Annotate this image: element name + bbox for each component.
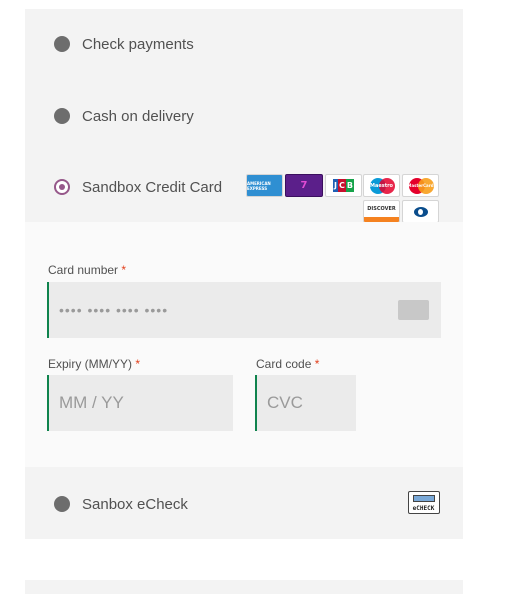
card-code-input[interactable]: [255, 375, 356, 431]
maestro-icon: Maestro: [363, 174, 400, 197]
payment-method-check[interactable]: Check payments: [25, 29, 463, 59]
generic-card-icon: [398, 300, 429, 320]
next-panel: [25, 580, 463, 594]
payment-method-label: Cash on delivery: [82, 107, 194, 125]
payment-method-label: Check payments: [82, 35, 194, 53]
payment-methods-panel: Check payments Cash on delivery Sandbox …: [25, 9, 463, 223]
payment-method-echeck[interactable]: Sanbox eCheck: [25, 489, 463, 519]
payment-method-label: Sanbox eCheck: [82, 495, 188, 513]
jcb-icon: JCB: [325, 174, 362, 197]
expiry-input[interactable]: [47, 375, 233, 431]
discover-icon: DISCOVER: [363, 200, 400, 223]
amex-icon: AMERICAN EXPRESS: [246, 174, 283, 197]
mastercard-icon: MasterCard: [402, 174, 439, 197]
credit-card-form: Card number * Expiry (MM/YY) * Card code…: [25, 222, 463, 467]
card-code-label: Card code *: [256, 357, 320, 371]
card-number-label: Card number *: [48, 263, 127, 277]
echeck-icon: eCHECK: [408, 491, 440, 514]
radio-sandbox-cc[interactable]: [54, 179, 70, 195]
expiry-label: Expiry (MM/YY) *: [48, 357, 141, 371]
card-icon: 7: [285, 174, 323, 197]
radio-cod[interactable]: [54, 108, 70, 124]
radio-check[interactable]: [54, 36, 70, 52]
card-number-input[interactable]: [47, 282, 441, 338]
payment-method-cod[interactable]: Cash on delivery: [25, 101, 463, 131]
payment-method-label: Sandbox Credit Card: [82, 178, 223, 196]
diners-club-icon: [402, 200, 439, 223]
radio-echeck[interactable]: [54, 496, 70, 512]
echeck-panel: Sanbox eCheck eCHECK: [25, 467, 463, 539]
